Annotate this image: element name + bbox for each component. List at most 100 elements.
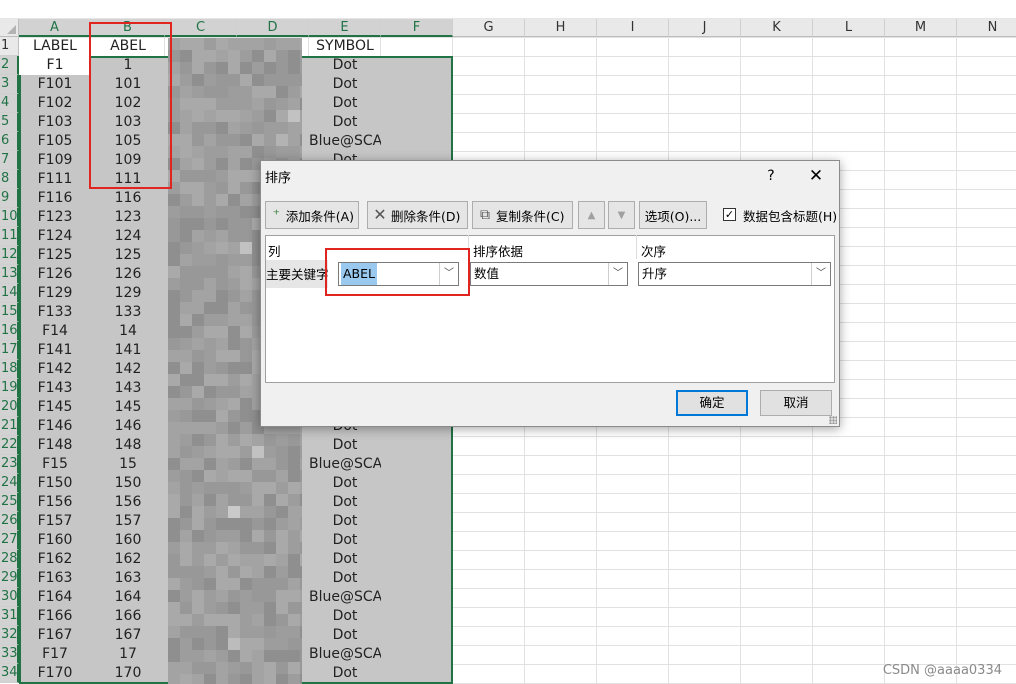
column-header-k[interactable]: K [741, 19, 813, 37]
abel-cell[interactable]: 143 [91, 379, 165, 398]
label-cell[interactable]: F102 [19, 94, 91, 113]
symbol-cell[interactable]: Dot [309, 113, 381, 132]
label-cell[interactable]: F126 [19, 265, 91, 284]
row-header[interactable]: 8 [0, 170, 19, 189]
label-cell[interactable]: F133 [19, 303, 91, 322]
abel-cell[interactable]: 125 [91, 246, 165, 265]
symbol-cell[interactable]: Dot [309, 474, 381, 493]
abel-cell[interactable]: 163 [91, 569, 165, 588]
label-cell[interactable]: F167 [19, 626, 91, 645]
copy-level-button[interactable]: ⧉ 复制条件(C) [472, 201, 573, 229]
row-header[interactable]: 14 [0, 284, 19, 303]
abel-cell[interactable]: 148 [91, 436, 165, 455]
row-header[interactable]: 15 [0, 303, 19, 322]
label-cell[interactable]: F148 [19, 436, 91, 455]
label-cell[interactable]: F111 [19, 170, 91, 189]
row-header[interactable]: 5 [0, 113, 19, 132]
column-header-c[interactable]: C [165, 19, 237, 37]
row-header[interactable]: 25 [0, 493, 19, 512]
abel-cell[interactable]: 15 [91, 455, 165, 474]
abel-cell[interactable]: 170 [91, 664, 165, 683]
label-cell[interactable]: F109 [19, 151, 91, 170]
symbol-cell[interactable]: Blue@SCALE=2 [309, 588, 381, 607]
label-cell[interactable]: F166 [19, 607, 91, 626]
row-header[interactable]: 17 [0, 341, 19, 360]
options-button[interactable]: 选项(O)... [639, 201, 707, 229]
ok-button[interactable]: 确定 [676, 390, 748, 416]
label-cell[interactable]: F160 [19, 531, 91, 550]
row-header[interactable]: 22 [0, 436, 19, 455]
label-cell[interactable]: F129 [19, 284, 91, 303]
label-cell[interactable]: F142 [19, 360, 91, 379]
row-header[interactable]: 30 [0, 588, 19, 607]
header-cell-a[interactable]: LABEL [19, 37, 91, 56]
symbol-cell[interactable]: Dot [309, 75, 381, 94]
label-cell[interactable]: F141 [19, 341, 91, 360]
row-header[interactable]: 34 [0, 664, 19, 683]
symbol-cell[interactable]: Blue@SCALE=2 [309, 455, 381, 474]
label-cell[interactable]: F164 [19, 588, 91, 607]
column-header-e[interactable]: E [309, 19, 381, 37]
row-header[interactable]: 12 [0, 246, 19, 265]
label-cell[interactable]: F123 [19, 208, 91, 227]
delete-level-button[interactable]: ✕ 删除条件(D) [367, 201, 468, 229]
column-header-f[interactable]: F [381, 19, 453, 37]
symbol-cell[interactable]: Dot [309, 626, 381, 645]
symbol-cell[interactable]: Dot [309, 569, 381, 588]
abel-cell[interactable]: 157 [91, 512, 165, 531]
symbol-cell[interactable]: Dot [309, 94, 381, 113]
column-header-g[interactable]: G [453, 19, 525, 37]
select-all-corner[interactable] [0, 19, 19, 37]
abel-cell[interactable]: 126 [91, 265, 165, 284]
row-header[interactable]: 16 [0, 322, 19, 341]
row-header[interactable]: 19 [0, 379, 19, 398]
row-header[interactable]: 23 [0, 455, 19, 474]
row-header[interactable]: 11 [0, 227, 19, 246]
row-header[interactable]: 24 [0, 474, 19, 493]
row-header[interactable]: 9 [0, 189, 19, 208]
column-header-m[interactable]: M [885, 19, 957, 37]
abel-cell[interactable]: 124 [91, 227, 165, 246]
header-cell-e[interactable]: SYMBOL [309, 37, 381, 56]
symbol-cell[interactable]: Dot [309, 493, 381, 512]
abel-cell[interactable]: 123 [91, 208, 165, 227]
abel-cell[interactable]: 133 [91, 303, 165, 322]
column-header-h[interactable]: H [525, 19, 597, 37]
symbol-cell[interactable]: Dot [309, 550, 381, 569]
row-header[interactable]: 13 [0, 265, 19, 284]
symbol-cell[interactable]: Dot [309, 56, 381, 75]
abel-cell[interactable]: 142 [91, 360, 165, 379]
row-header[interactable]: 1 [0, 37, 19, 56]
symbol-cell[interactable]: Dot [309, 436, 381, 455]
symbol-cell[interactable]: Dot [309, 512, 381, 531]
label-cell[interactable]: F105 [19, 132, 91, 151]
label-cell[interactable]: F162 [19, 550, 91, 569]
abel-cell[interactable]: 164 [91, 588, 165, 607]
abel-cell[interactable]: 17 [91, 645, 165, 664]
cancel-button[interactable]: 取消 [760, 390, 832, 416]
column-header-n[interactable]: N [957, 19, 1016, 37]
label-cell[interactable]: F17 [19, 645, 91, 664]
row-header[interactable]: 26 [0, 512, 19, 531]
label-cell[interactable]: F146 [19, 417, 91, 436]
row-header[interactable]: 4 [0, 94, 19, 113]
row-header[interactable]: 21 [0, 417, 19, 436]
symbol-cell[interactable]: Blue@SCALE=2 [309, 645, 381, 664]
row-header[interactable]: 7 [0, 151, 19, 170]
row-header[interactable]: 28 [0, 550, 19, 569]
label-cell[interactable]: F1 [19, 56, 91, 75]
label-cell[interactable]: F116 [19, 189, 91, 208]
label-cell[interactable]: F103 [19, 113, 91, 132]
column-header-l[interactable]: L [813, 19, 885, 37]
add-level-button[interactable]: ⁺ 添加条件(A) [265, 201, 359, 229]
row-header[interactable]: 29 [0, 569, 19, 588]
label-cell[interactable]: F124 [19, 227, 91, 246]
abel-cell[interactable]: 167 [91, 626, 165, 645]
abel-cell[interactable]: 145 [91, 398, 165, 417]
resize-grip[interactable] [829, 416, 837, 424]
label-cell[interactable]: F157 [19, 512, 91, 531]
row-header[interactable]: 10 [0, 208, 19, 227]
label-cell[interactable]: F150 [19, 474, 91, 493]
close-button[interactable]: ✕ [805, 165, 827, 187]
column-header-i[interactable]: I [597, 19, 669, 37]
